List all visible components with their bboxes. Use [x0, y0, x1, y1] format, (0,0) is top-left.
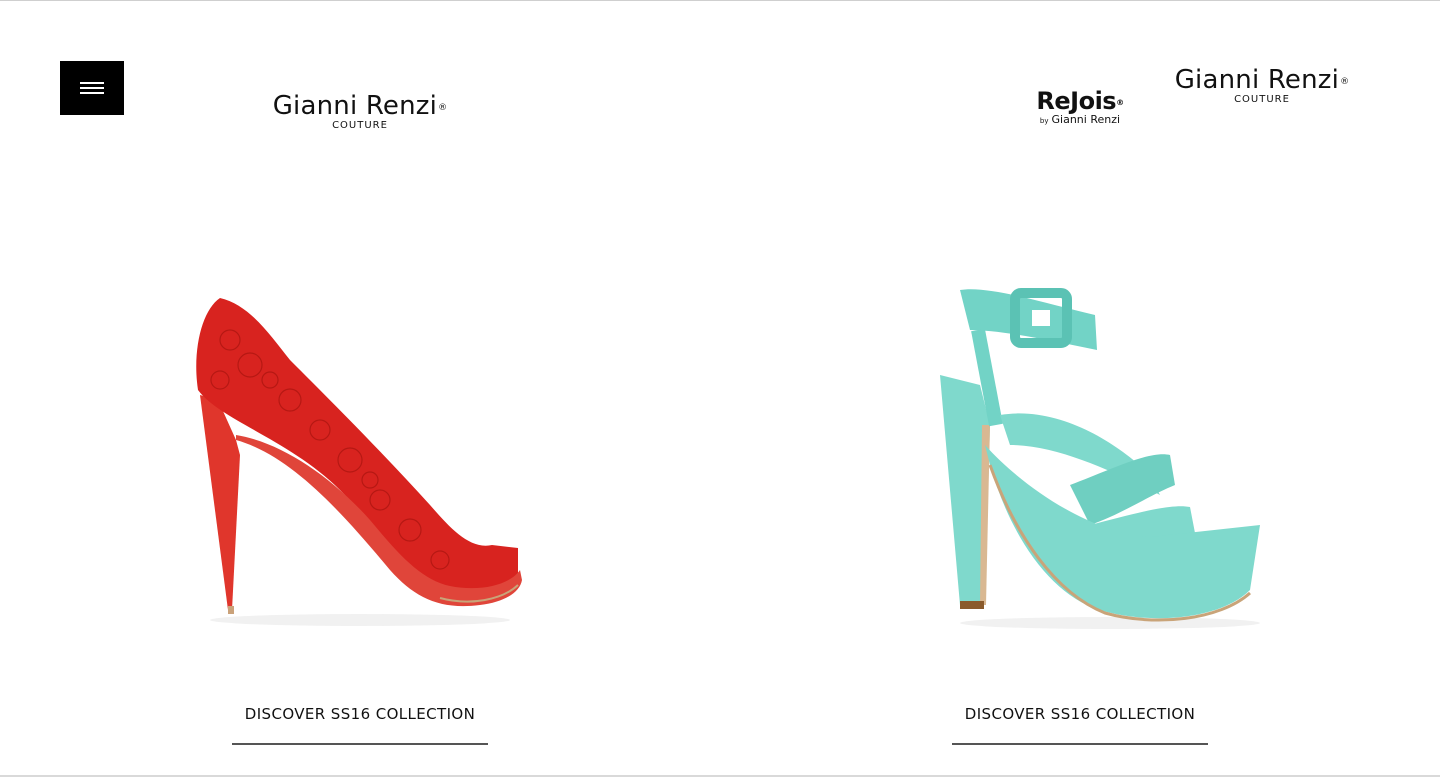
turquoise-sandal-image[interactable] — [920, 275, 1280, 645]
discover-collection-link[interactable]: DISCOVER SS16 COLLECTION — [232, 700, 488, 745]
collection-panel-gianni-renzi[interactable]: Gianni Renzi® COUTURE DISCOVER SS16 COLL… — [0, 0, 720, 775]
cta-label: DISCOVER SS16 COLLECTION — [244, 705, 476, 723]
cta-label: DISCOVER SS16 COLLECTION — [964, 705, 1196, 723]
logo-subtitle: COUTURE — [1234, 94, 1290, 105]
rejois-logo[interactable]: ReJois® by Gianni Renzi — [1014, 88, 1146, 127]
red-pump-shoe-image[interactable] — [140, 280, 540, 650]
logo-wordmark: Gianni Renzi — [1174, 65, 1340, 95]
registered-mark: ® — [1116, 98, 1124, 107]
rejois-by-name: Gianni Renzi — [1051, 113, 1121, 126]
logo-wordmark: Gianni Renzi — [272, 91, 438, 121]
rejois-wordmark: ReJois — [1036, 87, 1117, 115]
registered-mark: ® — [438, 103, 448, 113]
registered-mark: ® — [1340, 77, 1350, 87]
rejois-by-label: by — [1039, 117, 1049, 125]
discover-collection-link[interactable]: DISCOVER SS16 COLLECTION — [952, 700, 1208, 745]
collection-panel-rejois[interactable]: ReJois® by Gianni Renzi Gianni Renzi® COU… — [720, 0, 1440, 775]
gianni-renzi-logo[interactable]: Gianni Renzi® COUTURE — [1164, 67, 1360, 106]
gianni-renzi-logo[interactable]: Gianni Renzi® COUTURE — [262, 93, 458, 132]
logo-subtitle: COUTURE — [332, 120, 388, 131]
